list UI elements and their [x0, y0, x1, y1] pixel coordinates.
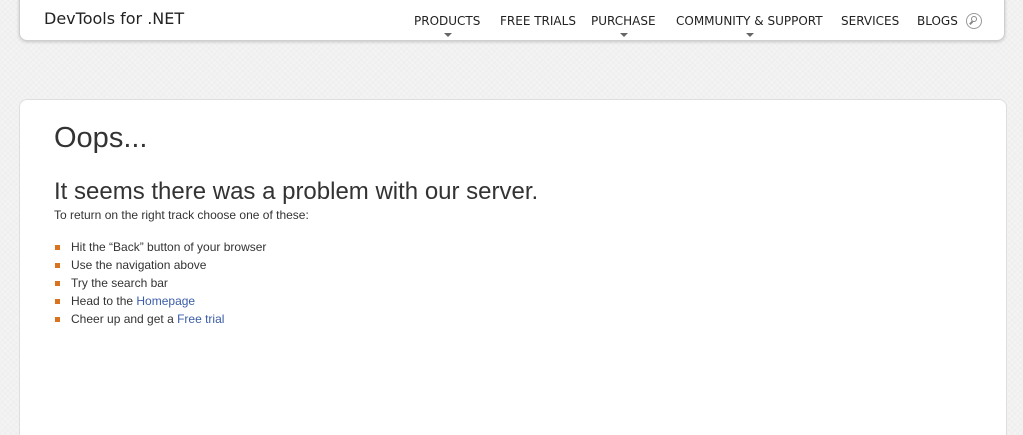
site-header: DevTools for .NET PRODUCTS FREE TRIALS P… [19, 0, 1005, 41]
free-trial-link[interactable]: Free trial [177, 312, 224, 326]
bullet-square-icon [55, 317, 60, 322]
tip-text: Head to the [71, 294, 137, 308]
nav-item-services[interactable]: SERVICES [841, 14, 899, 28]
list-item: Hit the “Back” button of your browser [54, 238, 266, 256]
caret-down-icon [620, 33, 629, 37]
tip-text: Use the navigation above [71, 258, 207, 272]
nav-item-community-support[interactable]: COMMUNITY & SUPPORT [676, 14, 823, 37]
list-item: Use the navigation above [54, 256, 266, 274]
error-intro: To return on the right track choose one … [54, 208, 309, 222]
nav-item-purchase[interactable]: PURCHASE [591, 14, 656, 37]
nav-item-label: PURCHASE [591, 14, 656, 28]
caret-down-icon [444, 33, 453, 37]
nav-item-label: PRODUCTS [414, 14, 481, 28]
search-icon-handle [969, 20, 973, 25]
search-button[interactable] [966, 13, 982, 29]
tip-text: Hit the “Back” button of your browser [71, 240, 267, 254]
nav-item-products[interactable]: PRODUCTS [414, 14, 481, 37]
tip-text: Cheer up and get a [71, 312, 178, 326]
nav-item-label: COMMUNITY & SUPPORT [676, 14, 823, 28]
nav-item-label: BLOGS [917, 14, 958, 28]
homepage-link[interactable]: Homepage [136, 294, 195, 308]
site-brand[interactable]: DevTools for .NET [44, 9, 184, 28]
error-subtitle: It seems there was a problem with our se… [54, 178, 539, 205]
nav-item-label: SERVICES [841, 14, 900, 28]
list-item: Try the search bar [54, 274, 266, 292]
nav-item-free-trials[interactable]: FREE TRIALS [500, 14, 576, 28]
recovery-tips-list: Hit the “Back” button of your browser Us… [54, 238, 266, 328]
nav-item-blogs[interactable]: BLOGS [917, 14, 958, 28]
bullet-square-icon [55, 245, 60, 250]
bullet-square-icon [55, 299, 60, 304]
bullet-square-icon [55, 281, 60, 286]
list-item: Head to the Homepage [54, 292, 266, 310]
error-title: Oops... [54, 122, 148, 154]
caret-down-icon [746, 33, 755, 37]
tip-text: Try the search bar [71, 276, 168, 290]
bullet-square-icon [55, 263, 60, 268]
error-panel: Oops... It seems there was a problem wit… [19, 99, 1007, 435]
nav-item-label: FREE TRIALS [500, 14, 576, 28]
list-item: Cheer up and get a Free trial [54, 310, 266, 328]
